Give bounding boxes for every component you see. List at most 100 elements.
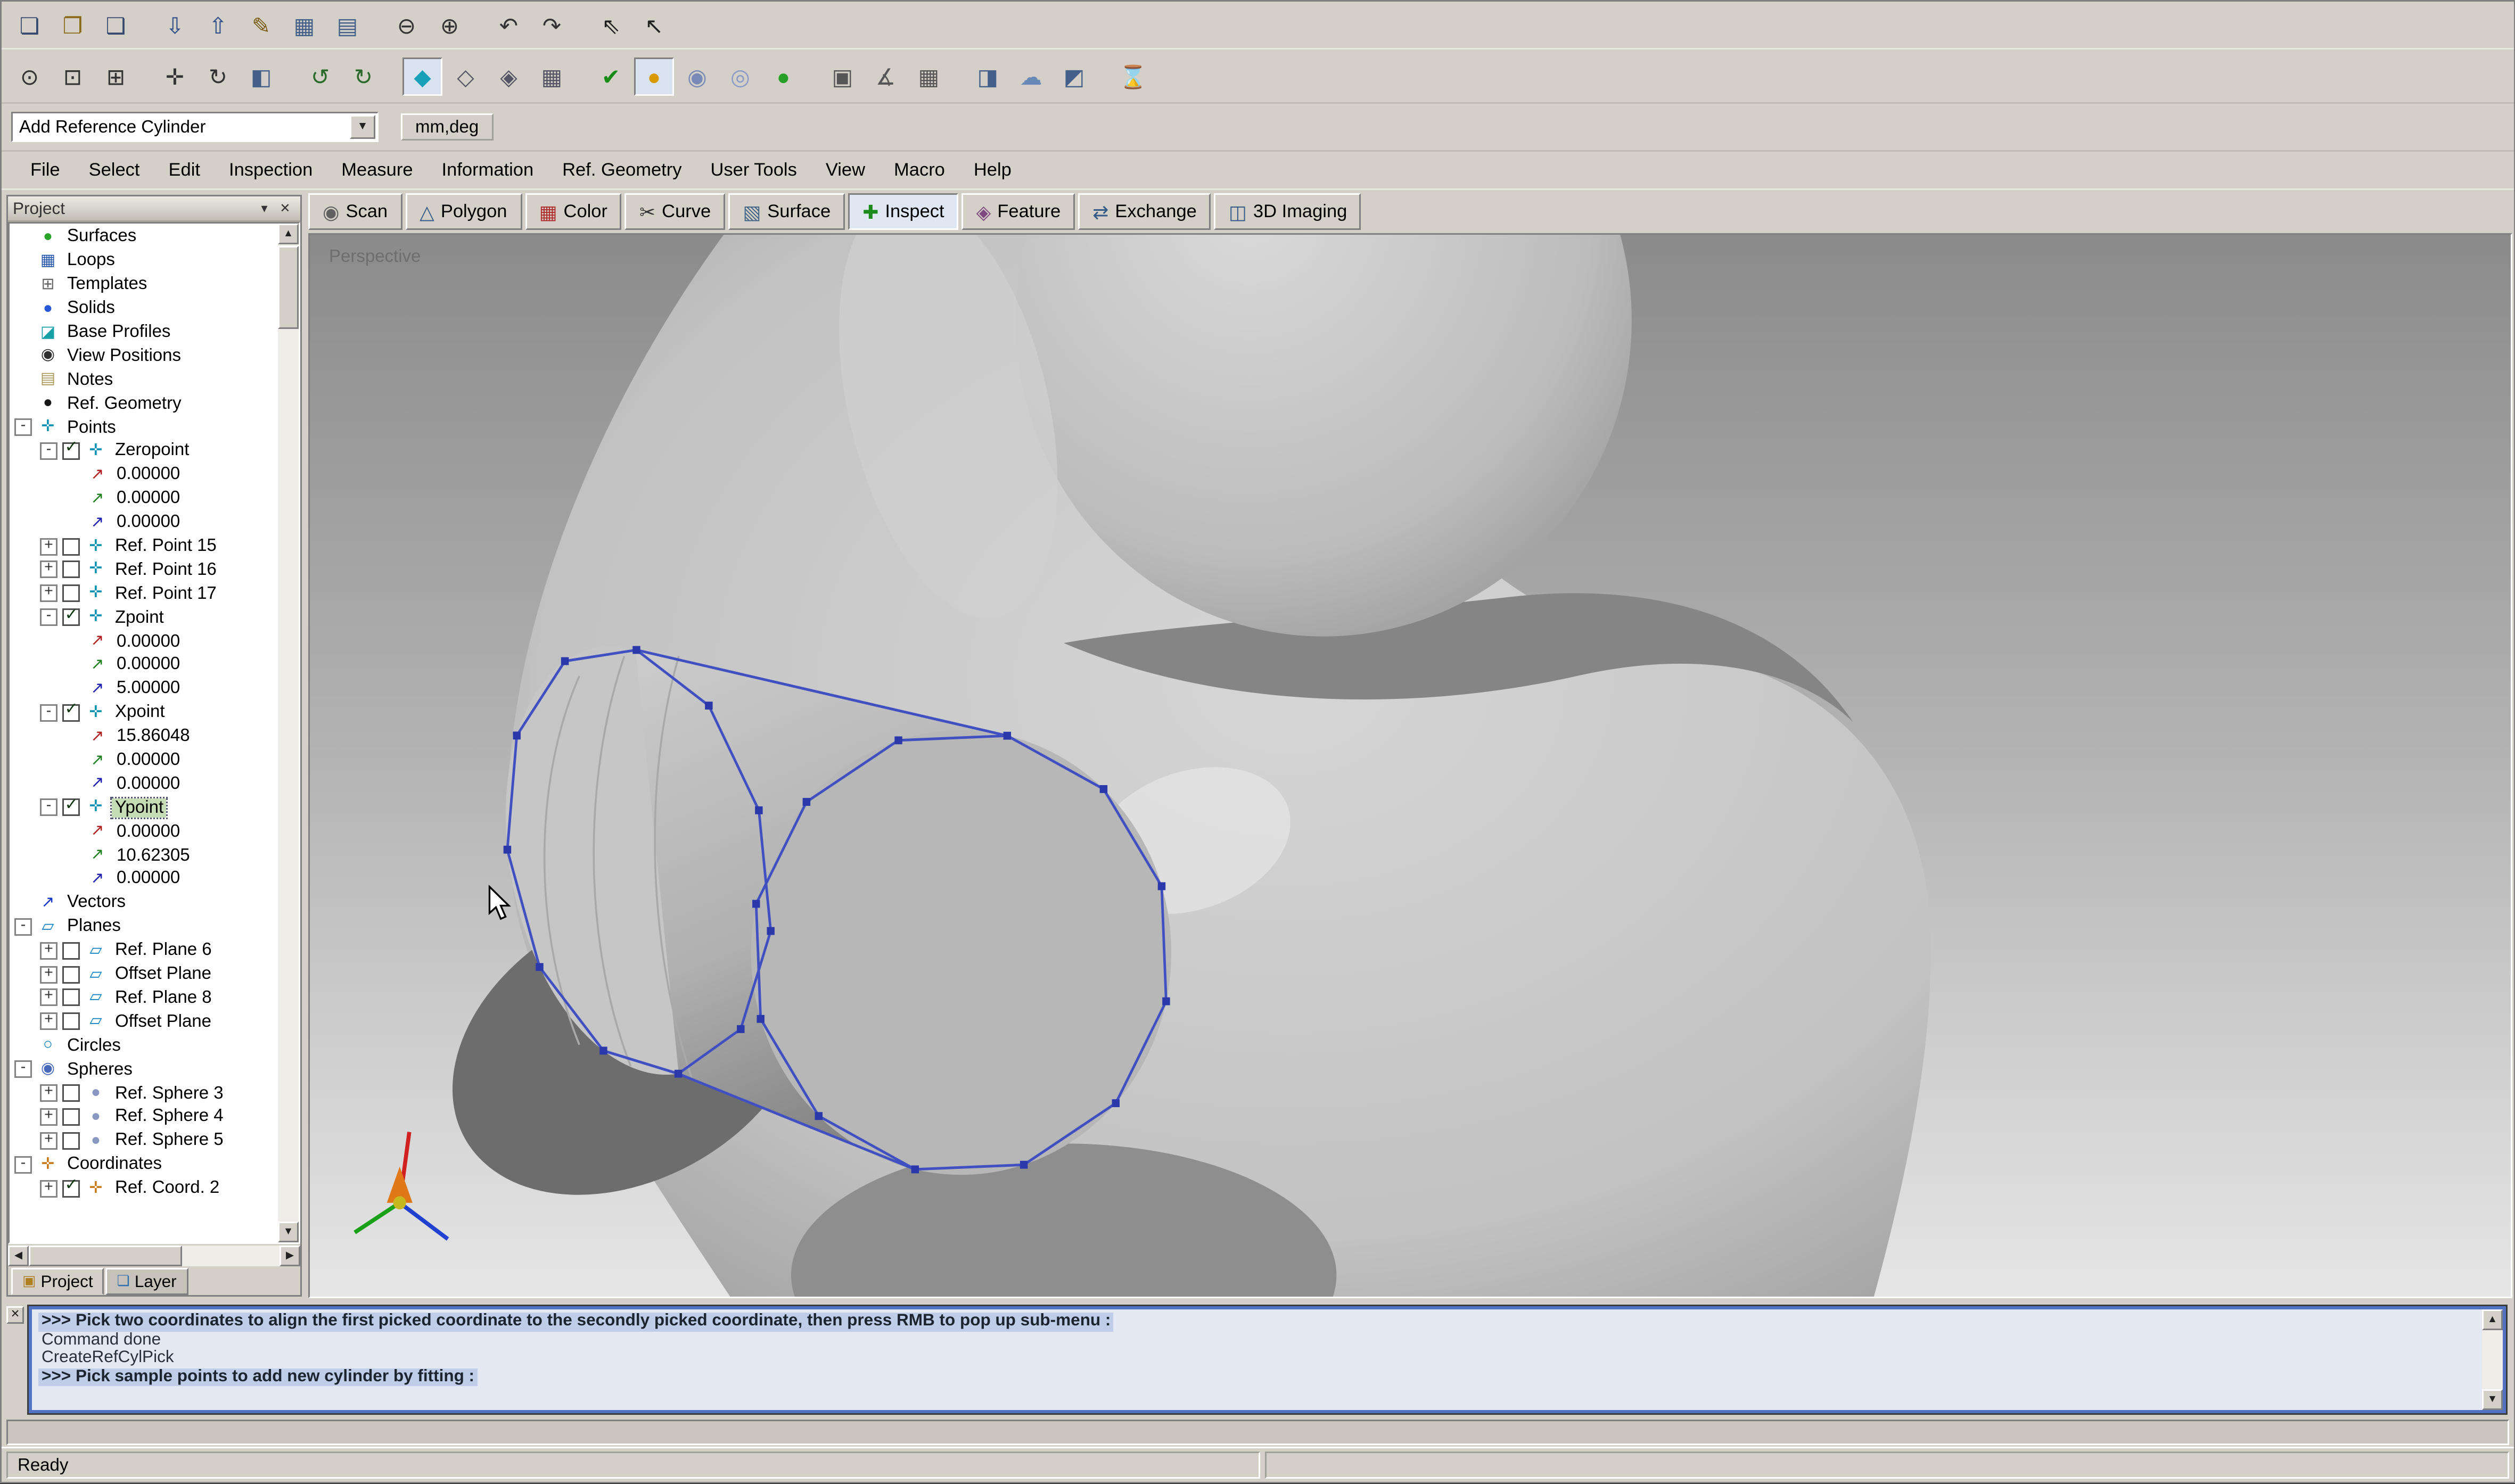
tree-item[interactable]: ↗ 0.00000 — [10, 629, 278, 653]
tab-curve[interactable]: ✂ Curve — [625, 193, 725, 230]
chevron-down-icon[interactable]: ▼ — [350, 115, 375, 139]
tree-checkbox[interactable] — [62, 585, 80, 603]
menu-measure[interactable]: Measure — [328, 156, 425, 185]
menu-inspection[interactable]: Inspection — [216, 156, 325, 185]
tree-item[interactable]: ↗ 0.00000 — [10, 487, 278, 510]
tree-expander-icon[interactable]: - — [40, 442, 57, 460]
tree-expander-icon[interactable]: + — [40, 1013, 57, 1030]
menu-file[interactable]: File — [18, 156, 73, 185]
pan-view-icon[interactable]: ✛ — [155, 57, 195, 95]
scroll-thumb[interactable] — [278, 246, 299, 329]
tree-expander-icon[interactable]: + — [40, 1180, 57, 1197]
menu-view[interactable]: View — [813, 156, 878, 185]
tree-horizontal-scrollbar[interactable]: ◀ ▶ — [8, 1246, 300, 1266]
tree-item[interactable]: ● Ref. Geometry — [10, 392, 278, 416]
viewport-3d[interactable]: Perspective — [308, 233, 2512, 1298]
tree-expander-icon[interactable]: + — [40, 942, 57, 959]
tree-item[interactable]: ○ Circles — [10, 1034, 278, 1058]
tree-item[interactable]: ↗ 0.00000 — [10, 820, 278, 844]
separator[interactable] — [473, 6, 486, 44]
select-point-icon[interactable]: ↖ — [634, 6, 674, 44]
tree-checkbox[interactable] — [62, 942, 80, 959]
zoom-fit-icon[interactable]: ⊞ — [96, 57, 136, 95]
tree-item[interactable]: ▤ Notes — [10, 368, 278, 392]
zoom-window-icon[interactable]: ⊡ — [53, 57, 93, 95]
tree-checkbox[interactable] — [62, 538, 80, 555]
tree-item[interactable]: - ✛ Zeropoint — [10, 439, 278, 463]
tree-item[interactable]: + ● Ref. Sphere 5 — [10, 1129, 278, 1153]
cloud-icon[interactable]: ☁ — [1011, 57, 1051, 95]
separator[interactable] — [387, 57, 399, 95]
spin-right-icon[interactable]: ↻ — [343, 57, 383, 95]
spin-left-icon[interactable]: ↺ — [300, 57, 340, 95]
tree-checkbox[interactable] — [62, 966, 80, 983]
pin-icon[interactable]: ▾ — [254, 199, 275, 218]
tree-expander-icon[interactable]: + — [40, 1084, 57, 1102]
fit-region-icon[interactable]: ● — [634, 57, 674, 95]
tree-item[interactable]: ▦ Loops — [10, 249, 278, 273]
menu-ref-geometry[interactable]: Ref. Geometry — [549, 156, 694, 185]
busy-indicator-icon[interactable]: ⌛ — [1113, 57, 1153, 95]
sphere-fit-icon[interactable]: ● — [763, 57, 803, 95]
menu-information[interactable]: Information — [429, 156, 547, 185]
menu-user-tools[interactable]: User Tools — [697, 156, 809, 185]
separator[interactable] — [371, 6, 383, 44]
redo-icon[interactable]: ↷ — [532, 6, 572, 44]
tree-item[interactable]: ↗ 0.00000 — [10, 772, 278, 796]
separator[interactable] — [284, 57, 297, 95]
scroll-right-icon[interactable]: ▶ — [280, 1246, 300, 1266]
log-vertical-scrollbar[interactable]: ▲ ▼ — [2482, 1309, 2503, 1410]
mesh-grid-icon[interactable]: ▦ — [909, 57, 949, 95]
panel-tab-project[interactable]: ▣ Project — [11, 1268, 104, 1295]
scroll-up-icon[interactable]: ▲ — [278, 224, 299, 244]
shade-wireframe-icon[interactable]: ◇ — [446, 57, 486, 95]
separator[interactable] — [139, 6, 152, 44]
smooth-region-icon[interactable]: ◎ — [720, 57, 760, 95]
tree-checkbox[interactable] — [62, 442, 80, 460]
tree-item[interactable]: ● Surfaces — [10, 225, 278, 249]
separator[interactable] — [575, 57, 588, 95]
tab-inspect[interactable]: ✚ Inspect — [848, 193, 958, 230]
tree-item[interactable]: - ✛ Points — [10, 415, 278, 439]
tree-item[interactable]: - ✛ Ypoint — [10, 796, 278, 820]
edit-file-icon[interactable]: ✎ — [241, 6, 281, 44]
tree-expander-icon[interactable]: - — [40, 704, 57, 721]
datasheet-icon[interactable]: ▤ — [327, 6, 367, 44]
separator[interactable] — [952, 57, 965, 95]
tree-expander-icon[interactable]: + — [40, 966, 57, 983]
tree-item[interactable]: ↗ 10.62305 — [10, 843, 278, 867]
tree-checkbox[interactable] — [62, 1132, 80, 1149]
rotate-view-icon[interactable]: ↻ — [198, 57, 238, 95]
tab-color[interactable]: ▦ Color — [525, 193, 622, 230]
tree-item[interactable]: + ● Ref. Sphere 4 — [10, 1105, 278, 1129]
tree-item[interactable]: ◉ View Positions — [10, 344, 278, 368]
tree-item[interactable]: - ◉ Spheres — [10, 1058, 278, 1082]
command-input-strip[interactable] — [6, 1420, 2509, 1445]
tree-expander-icon[interactable]: - — [14, 1060, 32, 1078]
tree-item[interactable]: ◪ Base Profiles — [10, 320, 278, 344]
tree-item[interactable]: + ✛ Ref. Coord. 2 — [10, 1176, 278, 1200]
shade-smooth-icon[interactable]: ◆ — [402, 57, 442, 95]
menu-edit[interactable]: Edit — [156, 156, 213, 185]
undo-icon[interactable]: ↶ — [489, 6, 529, 44]
tree-item[interactable]: ↗ 0.00000 — [10, 867, 278, 891]
tab-scan[interactable]: ◉ Scan — [308, 193, 402, 230]
menu-select[interactable]: Select — [76, 156, 153, 185]
tree-checkbox[interactable] — [62, 704, 80, 721]
accept-icon[interactable]: ✔ — [591, 57, 631, 95]
tree-expander-icon[interactable]: + — [40, 989, 57, 1007]
tab-exchange[interactable]: ⇄ Exchange — [1078, 193, 1211, 230]
tree-item[interactable]: + ✛ Ref. Point 17 — [10, 582, 278, 606]
tree-checkbox[interactable] — [62, 1180, 80, 1197]
log-close-icon[interactable]: ✕ — [6, 1306, 24, 1324]
tree-item[interactable]: ↗ 0.00000 — [10, 463, 278, 487]
zoom-icon[interactable]: ⊙ — [10, 57, 50, 95]
tree-checkbox[interactable] — [62, 1084, 80, 1102]
separator[interactable] — [1097, 57, 1110, 95]
open-file-icon[interactable]: ❐ — [53, 6, 93, 44]
scroll-up-icon[interactable]: ▲ — [2482, 1309, 2503, 1330]
view-front-icon[interactable]: ◧ — [241, 57, 281, 95]
tree-item[interactable]: ↗ 0.00000 — [10, 748, 278, 772]
export-icon[interactable]: ⇧ — [198, 6, 238, 44]
tree-expander-icon[interactable]: + — [40, 561, 57, 579]
